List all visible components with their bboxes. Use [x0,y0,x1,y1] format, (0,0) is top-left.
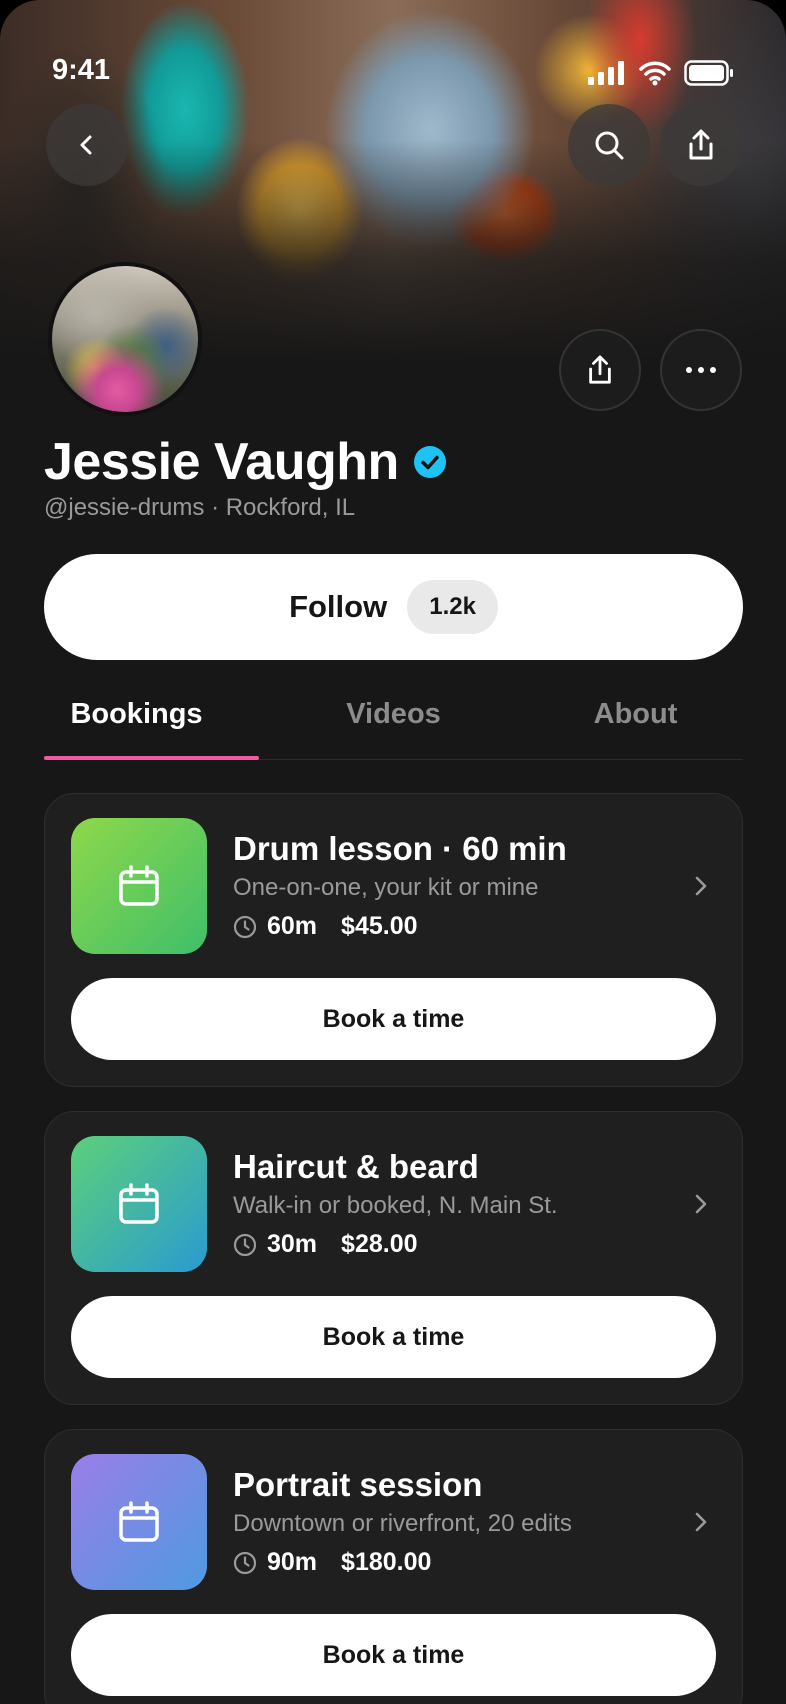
profile-screen: 9:41 Jessie Vaughn @jessie-drums · Rockf… [0,0,786,1704]
booking-meta: 60m $45.00 [233,912,418,941]
verified-badge-icon [413,446,446,478]
wifi-icon [639,61,671,86]
booking-title: Portrait session [233,1466,483,1503]
profile-handle-location: @jessie-drums · Rockford, IL [44,494,356,521]
booking-card[interactable]: Portrait session Downtown or riverfront,… [44,1429,743,1704]
clock-icon [233,1551,257,1574]
booking-price: $180.00 [341,1548,432,1576]
booking-icon-tile [71,1454,207,1590]
follow-button[interactable]: Follow 1.2k [44,554,743,660]
avatar[interactable] [48,262,202,416]
booking-price: $28.00 [341,1230,418,1258]
search-icon [595,131,624,160]
booking-duration: 30m [267,1230,318,1258]
share-icon [589,355,611,384]
booking-title: Drum lesson · 60 min [233,830,567,867]
profile-tabs: Bookings Videos About [44,690,743,760]
calendar-icon [119,1501,159,1542]
status-time: 9:41 [52,54,111,86]
chevron-left-icon [80,135,92,155]
profile-share-button[interactable] [559,329,641,411]
chevron-right-icon[interactable] [690,1190,712,1218]
top-share-button[interactable] [660,104,742,186]
chevron-right-icon[interactable] [690,872,712,900]
booking-duration: 90m [267,1548,318,1576]
booking-icon-tile [71,818,207,954]
booking-description: Walk-in or booked, N. Main St. [233,1192,558,1219]
follower-count-badge: 1.2k [407,580,498,634]
tab-about[interactable]: About [519,698,752,731]
more-options-button[interactable] [660,329,742,411]
booking-card[interactable]: Haircut & beard Walk-in or booked, N. Ma… [44,1111,743,1405]
booking-description: Downtown or riverfront, 20 edits [233,1510,572,1537]
book-a-time-button[interactable]: Book a time [71,978,716,1060]
search-button[interactable] [568,104,650,186]
calendar-icon [119,1183,159,1224]
cellular-signal-icon [588,61,624,85]
booking-description: One-on-one, your kit or mine [233,874,539,901]
profile-name: Jessie Vaughn [44,433,399,491]
calendar-icon [119,865,159,906]
back-button[interactable] [46,104,128,186]
more-horizontal-icon [686,367,716,373]
book-a-time-button[interactable]: Book a time [71,1614,716,1696]
tab-bookings[interactable]: Bookings [20,698,253,731]
booking-icon-tile [71,1136,207,1272]
follow-label: Follow [289,589,388,624]
active-tab-indicator [44,756,259,760]
profile-name-row: Jessie Vaughn [44,432,447,492]
booking-meta: 30m $28.00 [233,1230,418,1259]
booking-price: $45.00 [341,912,418,940]
status-icons [588,60,734,86]
battery-icon [684,60,733,86]
chevron-right-icon[interactable] [690,1508,712,1536]
booking-title: Haircut & beard [233,1148,479,1185]
booking-card[interactable]: Drum lesson · 60 min One-on-one, your ki… [44,793,743,1087]
share-icon [689,129,713,160]
tab-videos[interactable]: Videos [277,698,510,731]
booking-duration: 60m [267,912,318,940]
booking-meta: 90m $180.00 [233,1548,431,1577]
clock-icon [233,915,257,938]
book-a-time-button[interactable]: Book a time [71,1296,716,1378]
clock-icon [233,1233,257,1256]
